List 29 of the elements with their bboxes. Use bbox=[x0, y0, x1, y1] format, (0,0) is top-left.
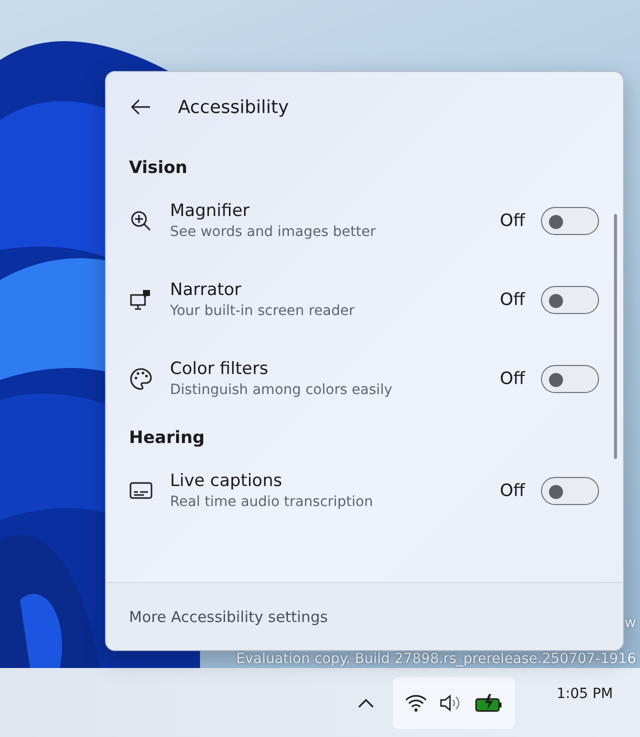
setting-description: See words and images better bbox=[170, 224, 377, 240]
toggle-switch[interactable] bbox=[541, 206, 599, 234]
toggle-state-label: Off bbox=[500, 210, 525, 230]
desktop-watermark-text: Evaluation copy. Build 27898.rs_prerelease.250707-1916 bbox=[236, 650, 636, 668]
monitor-speech-icon bbox=[129, 288, 153, 312]
scrollbar[interactable] bbox=[614, 214, 617, 459]
toggle-state-label: Off bbox=[500, 290, 525, 310]
settings-link[interactable]: More Accessibility settings bbox=[129, 608, 328, 626]
toggle-state-label: Off bbox=[500, 368, 525, 388]
toggle-state-label: Off bbox=[500, 480, 525, 500]
setting-title: Magnifier bbox=[170, 201, 251, 221]
toggle-switch[interactable] bbox=[541, 286, 599, 314]
setting-description: Your built-in screen reader bbox=[170, 303, 356, 319]
toggle-switch[interactable] bbox=[541, 364, 599, 392]
setting-description: Distinguish among colors easily bbox=[170, 382, 394, 398]
setting-title: Color filters bbox=[170, 359, 270, 379]
section-heading: Hearing bbox=[129, 428, 206, 448]
wifi-icon[interactable] bbox=[404, 694, 427, 712]
panel-title: Accessibility bbox=[178, 96, 289, 118]
setting-title: Live captions bbox=[170, 471, 284, 491]
zoom-in-icon bbox=[129, 208, 153, 232]
setting-title: Narrator bbox=[170, 280, 242, 300]
clock-time: 1:05 PM bbox=[556, 686, 613, 702]
section-heading: Vision bbox=[129, 158, 188, 178]
setting-description: Real time audio transcription bbox=[170, 494, 374, 510]
toggle-switch[interactable] bbox=[541, 476, 599, 504]
desktop-watermark-text: w bbox=[624, 614, 636, 632]
battery-charging-icon[interactable] bbox=[474, 694, 503, 712]
palette-icon bbox=[129, 366, 153, 390]
